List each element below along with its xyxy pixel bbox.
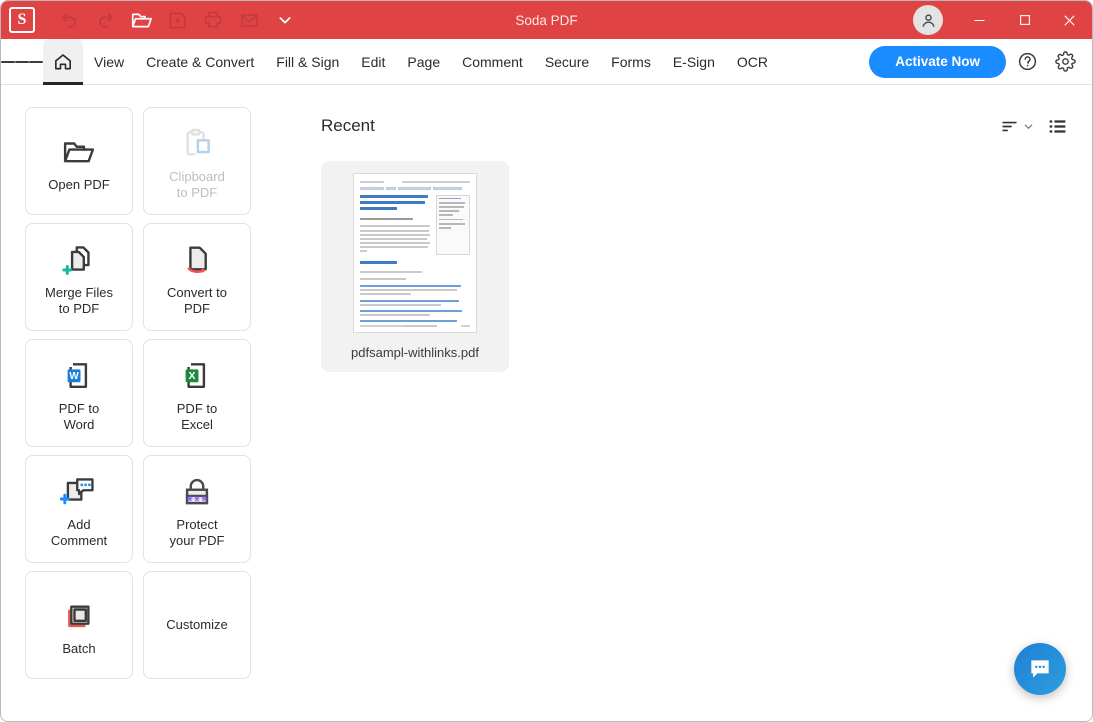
recent-header: Recent bbox=[321, 109, 1068, 143]
tool-label: PDF to Word bbox=[58, 400, 100, 432]
tool-add-comment[interactable]: Add Comment bbox=[25, 455, 133, 563]
tool-label: Merge Files to PDF bbox=[45, 284, 113, 316]
tab-home[interactable] bbox=[43, 38, 83, 85]
merge-files-icon bbox=[61, 237, 97, 283]
minimize-button[interactable] bbox=[957, 1, 1002, 39]
clipboard-icon bbox=[180, 121, 214, 167]
title-bar-right bbox=[913, 1, 1092, 39]
chat-bubble-icon bbox=[1031, 660, 1049, 678]
svg-text:X: X bbox=[189, 370, 196, 382]
svg-text:W: W bbox=[69, 371, 79, 382]
document-thumbnail bbox=[353, 173, 477, 333]
tool-merge-files-to-pdf[interactable]: Merge Files to PDF bbox=[25, 223, 133, 331]
convert-to-pdf-icon bbox=[179, 237, 215, 283]
title-bar: S Soda PDF bbox=[1, 1, 1092, 39]
save-icon[interactable] bbox=[159, 4, 195, 36]
tool-label: Protect your PDF bbox=[169, 516, 225, 548]
main-body: Open PDF Clipboard to PDF Merge Files to… bbox=[1, 85, 1092, 721]
help-icon[interactable] bbox=[1010, 45, 1044, 79]
add-comment-icon bbox=[60, 469, 98, 515]
recent-controls bbox=[997, 112, 1068, 140]
tool-label: Add Comment bbox=[50, 516, 108, 548]
chevron-down-icon bbox=[1024, 124, 1033, 129]
tool-open-pdf[interactable]: Open PDF bbox=[25, 107, 133, 215]
recent-panel: Recent pdfsampl-withlinks.pdf bbox=[269, 85, 1092, 721]
app-logo: S bbox=[9, 7, 35, 33]
excel-icon: X bbox=[179, 353, 215, 399]
tab-create-convert[interactable]: Create & Convert bbox=[135, 39, 265, 85]
undo-icon[interactable] bbox=[51, 4, 87, 36]
page-title: Recent bbox=[321, 116, 375, 135]
tab-comment[interactable]: Comment bbox=[451, 39, 534, 85]
tool-batch[interactable]: Batch bbox=[25, 571, 133, 679]
open-folder-icon bbox=[62, 129, 96, 175]
ribbon-right-controls: Activate Now bbox=[869, 45, 1092, 79]
tool-protect-your-pdf[interactable]: ✳✳✳ Protect your PDF bbox=[143, 455, 251, 563]
tab-page[interactable]: Page bbox=[396, 39, 451, 85]
tab-edit[interactable]: Edit bbox=[350, 39, 396, 85]
file-name: pdfsampl-withlinks.pdf bbox=[351, 345, 479, 360]
maximize-button[interactable] bbox=[1002, 1, 1047, 39]
tool-label: Clipboard to PDF bbox=[169, 168, 225, 200]
tab-ocr[interactable]: OCR bbox=[726, 39, 779, 85]
open-folder-icon[interactable] bbox=[123, 4, 159, 36]
batch-icon bbox=[62, 593, 96, 639]
quick-access-toolbar bbox=[51, 4, 303, 36]
tool-pdf-to-excel[interactable]: X PDF to Excel bbox=[143, 339, 251, 447]
close-button[interactable] bbox=[1047, 1, 1092, 39]
tools-panel: Open PDF Clipboard to PDF Merge Files to… bbox=[1, 85, 269, 721]
tab-esign[interactable]: E-Sign bbox=[662, 39, 726, 85]
redo-icon[interactable] bbox=[87, 4, 123, 36]
print-icon[interactable] bbox=[195, 4, 231, 36]
chat-button[interactable] bbox=[1014, 643, 1066, 695]
tool-label: Customize bbox=[166, 616, 228, 632]
tool-label: Convert to PDF bbox=[167, 284, 227, 316]
word-icon: W bbox=[61, 353, 97, 399]
tab-view[interactable]: View bbox=[83, 39, 135, 85]
chevron-down-icon[interactable] bbox=[267, 4, 303, 36]
gear-icon[interactable] bbox=[1048, 45, 1082, 79]
tool-clipboard-to-pdf[interactable]: Clipboard to PDF bbox=[143, 107, 251, 215]
mail-icon[interactable] bbox=[231, 4, 267, 36]
recent-file-card[interactable]: pdfsampl-withlinks.pdf bbox=[321, 161, 509, 372]
app-window: S Soda PDF View Create & Convert Fill & … bbox=[0, 0, 1093, 722]
tab-forms[interactable]: Forms bbox=[600, 39, 662, 85]
tool-convert-to-pdf[interactable]: Convert to PDF bbox=[143, 223, 251, 331]
tool-label: Batch bbox=[62, 640, 96, 656]
tool-label: Open PDF bbox=[48, 176, 110, 192]
ribbon-tabs: View Create & Convert Fill & Sign Edit P… bbox=[83, 39, 779, 84]
hamburger-menu-icon[interactable] bbox=[1, 39, 43, 85]
avatar[interactable] bbox=[913, 5, 943, 35]
thumbnail-sidebar bbox=[436, 194, 470, 255]
lock-icon: ✳✳✳ bbox=[180, 469, 214, 515]
tool-pdf-to-word[interactable]: W PDF to Word bbox=[25, 339, 133, 447]
tab-secure[interactable]: Secure bbox=[534, 39, 600, 85]
tool-customize[interactable]: Customize bbox=[143, 571, 251, 679]
recent-files-grid: pdfsampl-withlinks.pdf bbox=[321, 161, 1068, 372]
list-view-toggle[interactable] bbox=[1047, 112, 1068, 140]
ribbon-tab-bar: View Create & Convert Fill & Sign Edit P… bbox=[1, 38, 1092, 85]
svg-text:✳✳✳: ✳✳✳ bbox=[186, 494, 208, 504]
tool-label: PDF to Excel bbox=[176, 400, 218, 432]
tab-fill-sign[interactable]: Fill & Sign bbox=[265, 39, 350, 85]
activate-now-button[interactable]: Activate Now bbox=[869, 45, 1006, 78]
sort-button[interactable] bbox=[997, 112, 1037, 140]
